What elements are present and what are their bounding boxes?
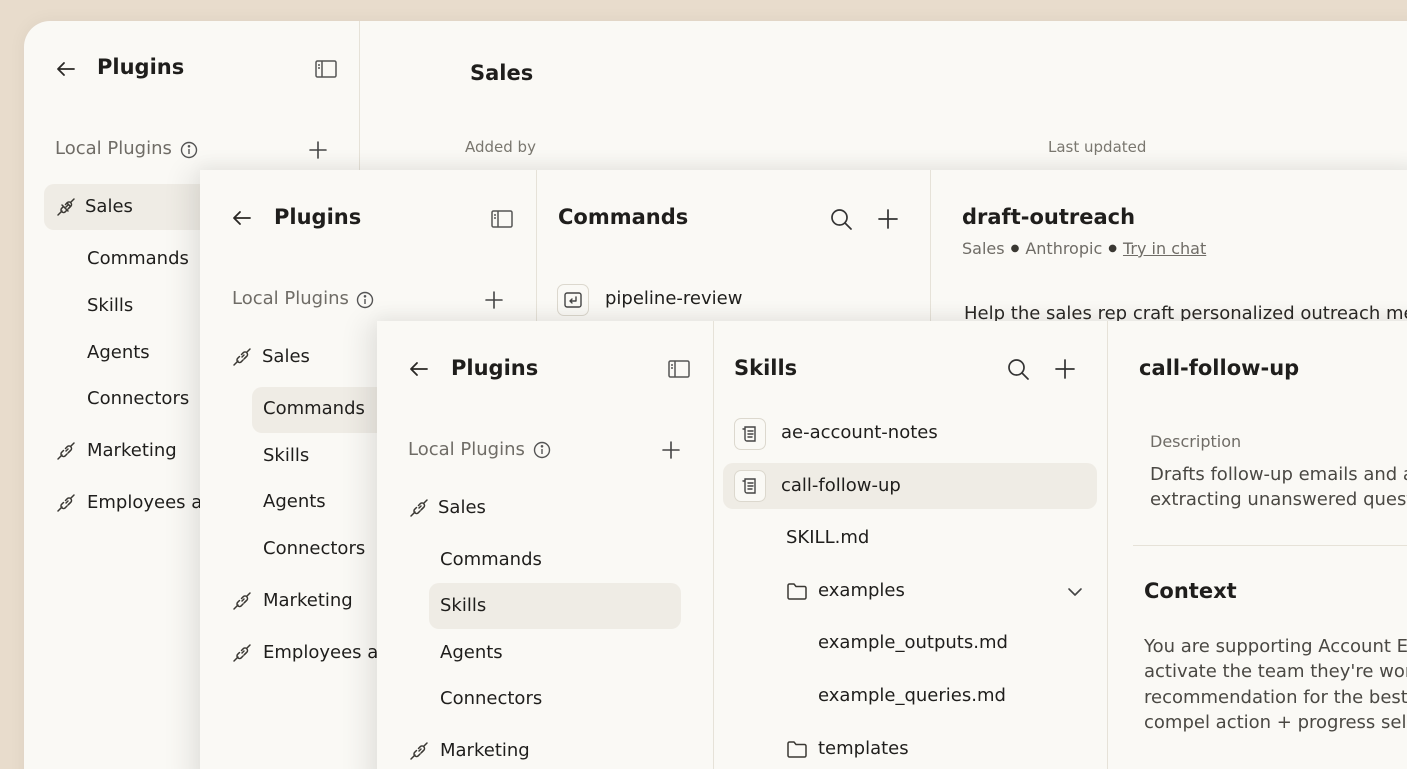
- meta-plugin: Sales: [962, 239, 1005, 258]
- sidebar-item-marketing[interactable]: Marketing: [87, 440, 177, 461]
- try-in-chat-link[interactable]: Try in chat: [1123, 239, 1206, 258]
- plug-icon: [55, 492, 77, 514]
- meta-author: Anthropic: [1025, 239, 1103, 258]
- divider: [1133, 545, 1407, 546]
- sidebar-toggle-icon[interactable]: [667, 357, 691, 381]
- sidebar-item-marketing[interactable]: Marketing: [440, 740, 530, 761]
- plug-icon: [408, 497, 430, 519]
- info-icon[interactable]: [532, 440, 552, 460]
- tree-folder-templates[interactable]: templates: [818, 738, 909, 759]
- list-item[interactable]: call-follow-up: [781, 475, 901, 496]
- detail-title: call-follow-up: [1139, 356, 1300, 380]
- sidebar-item-sales[interactable]: Sales: [438, 497, 486, 518]
- context-heading: Context: [1144, 579, 1237, 603]
- description-label: Description: [1150, 432, 1242, 451]
- description-line: Drafts follow-up emails and ar: [1150, 464, 1407, 485]
- sidebar-item-agents[interactable]: Agents: [87, 342, 150, 363]
- sidebar-item-marketing[interactable]: Marketing: [263, 590, 353, 611]
- folder-icon: [786, 581, 808, 601]
- list-item[interactable]: pipeline-review: [605, 288, 742, 309]
- skill-file-icon: [734, 470, 766, 502]
- info-icon[interactable]: [179, 140, 199, 160]
- sidebar-item-employees[interactable]: Employees at: [87, 492, 209, 513]
- context-line: You are supporting Account Ex: [1144, 636, 1407, 657]
- detail-meta: Sales ● Anthropic ● Try in chat: [962, 239, 1206, 258]
- sidebar-item-commands[interactable]: Commands: [263, 398, 365, 419]
- sidebar-item-skills[interactable]: Skills: [263, 445, 309, 466]
- add-plugin-icon[interactable]: [307, 139, 329, 161]
- search-icon[interactable]: [828, 206, 854, 232]
- sidebar-item-sales[interactable]: Sales: [85, 196, 133, 217]
- add-command-icon[interactable]: [876, 207, 900, 231]
- local-plugins-label: Local Plugins: [408, 439, 525, 460]
- skill-file-icon: [734, 418, 766, 450]
- back-arrow-icon[interactable]: [54, 57, 78, 81]
- back-arrow-icon[interactable]: [407, 357, 431, 381]
- bullet-separator: ●: [1010, 243, 1020, 254]
- sidebar-item-connectors[interactable]: Connectors: [263, 538, 365, 559]
- description-line: extracting unanswered quest: [1150, 489, 1407, 510]
- sidebar-title: Plugins: [451, 356, 539, 380]
- context-line: activate the team they're work: [1144, 661, 1407, 682]
- detail-title: draft-outreach: [962, 205, 1136, 229]
- bullet-separator: ●: [1108, 243, 1117, 254]
- column-header-last-updated: Last updated: [1048, 138, 1147, 156]
- info-icon[interactable]: [355, 290, 375, 310]
- list-item-selected[interactable]: [723, 463, 1097, 509]
- sidebar-item-commands[interactable]: Commands: [87, 248, 189, 269]
- tree-file[interactable]: example_outputs.md: [818, 632, 1008, 653]
- plug-icon: [55, 440, 77, 462]
- sidebar-item-skills[interactable]: Skills: [87, 295, 133, 316]
- command-icon: [557, 284, 589, 316]
- plug-icon: [231, 590, 253, 612]
- local-plugins-label: Local Plugins: [55, 138, 172, 159]
- back-arrow-icon[interactable]: [230, 206, 254, 230]
- list-item[interactable]: ae-account-notes: [781, 422, 938, 443]
- plug-icon: [231, 642, 253, 664]
- sidebar-toggle-icon[interactable]: [314, 57, 338, 81]
- sidebar-item-commands[interactable]: Commands: [440, 549, 542, 570]
- sidebar-toggle-icon[interactable]: [490, 207, 514, 231]
- add-skill-icon[interactable]: [1053, 357, 1077, 381]
- plug-icon: [55, 196, 77, 218]
- sidebar-title: Plugins: [97, 55, 185, 79]
- tree-file[interactable]: example_queries.md: [818, 685, 1006, 706]
- chevron-down-icon[interactable]: [1065, 582, 1085, 602]
- divider: [1107, 321, 1108, 769]
- plug-icon: [408, 740, 430, 762]
- sidebar-title: Plugins: [274, 205, 362, 229]
- divider: [713, 321, 714, 769]
- list-title: Commands: [558, 205, 689, 229]
- tree-file[interactable]: SKILL.md: [786, 527, 869, 548]
- sidebar-item-agents[interactable]: Agents: [440, 642, 503, 663]
- tree-folder-examples[interactable]: examples: [818, 580, 905, 601]
- plug-icon: [231, 346, 253, 368]
- context-line: recommendation for the best p: [1144, 687, 1407, 708]
- list-title: Skills: [734, 356, 798, 380]
- sidebar-item-connectors[interactable]: Connectors: [87, 388, 189, 409]
- folder-icon: [786, 739, 808, 759]
- column-header-added-by: Added by: [465, 138, 536, 156]
- sidebar-item-connectors[interactable]: Connectors: [440, 688, 542, 709]
- sidebar-item-agents[interactable]: Agents: [263, 491, 326, 512]
- sidebar-item-employees[interactable]: Employees at: [263, 642, 385, 663]
- plugins-window-3: Plugins Local Plugins Sales Commands Ski…: [377, 321, 1407, 769]
- local-plugins-label: Local Plugins: [232, 288, 349, 309]
- page-title: Sales: [470, 61, 534, 85]
- search-icon[interactable]: [1005, 356, 1031, 382]
- add-plugin-icon[interactable]: [483, 289, 505, 311]
- context-line: compel action + progress sellin: [1144, 712, 1407, 733]
- sidebar-item-sales[interactable]: Sales: [262, 346, 310, 367]
- add-plugin-icon[interactable]: [660, 439, 682, 461]
- sidebar-item-skills[interactable]: Skills: [440, 595, 486, 616]
